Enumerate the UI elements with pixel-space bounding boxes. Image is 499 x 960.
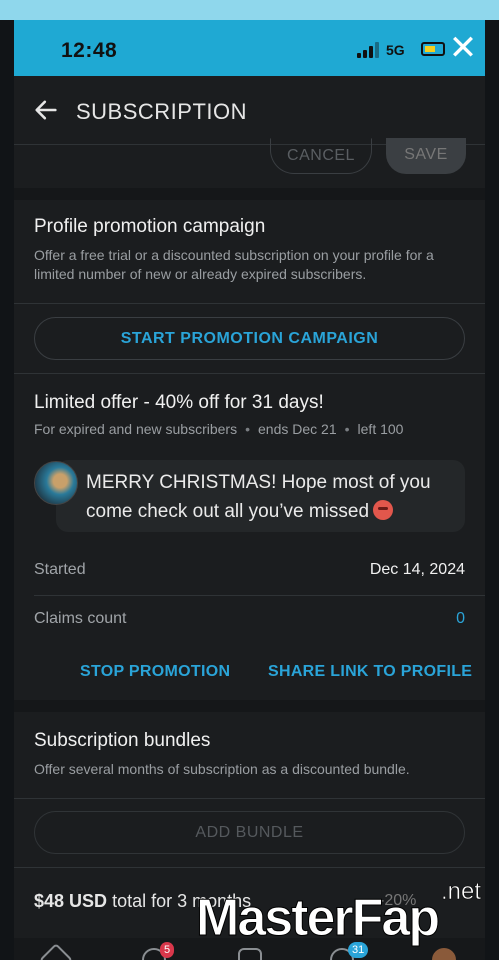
divider [34, 595, 485, 596]
bundle-price: $48 USD [34, 891, 108, 911]
bundles-description: Offer several months of subscription as … [34, 761, 410, 777]
add-post-icon[interactable] [238, 948, 262, 960]
divider [14, 373, 485, 374]
offer-meta: For expired and new subscribers • ends Dec… [34, 421, 404, 437]
watermark-suffix: .net [441, 878, 482, 906]
divider [14, 798, 485, 799]
add-bundle-button[interactable]: ADD BUNDLE [34, 811, 465, 854]
offer-audience: For expired and new subscribers [34, 421, 238, 437]
avatar[interactable] [34, 461, 78, 505]
back-arrow-icon[interactable] [32, 96, 60, 124]
save-button[interactable]: SAVE [386, 138, 466, 174]
offer-left: left 100 [357, 421, 404, 437]
bundles-title: Subscription bundles [34, 730, 211, 751]
hot-face-emoji-icon [373, 500, 394, 520]
cancel-button[interactable]: CANCEL [270, 138, 372, 174]
app-frame: 12:48 5G ✕ SUBSCRIPTION CANCEL SAVE Prof… [14, 20, 485, 960]
signal-icon [357, 42, 379, 58]
claims-label: Claims count [34, 610, 127, 627]
outer-right-strip [485, 20, 499, 960]
status-time: 12:48 [61, 39, 118, 62]
page-title: SUBSCRIPTION [76, 99, 248, 124]
outer-top-strip [0, 0, 499, 20]
stop-promotion-button[interactable]: STOP PROMOTION [80, 663, 230, 681]
offer-title: Limited offer - 40% off for 31 days! [34, 392, 324, 413]
started-label: Started [34, 561, 86, 578]
claims-value[interactable]: 0 [456, 610, 465, 628]
start-promotion-button[interactable]: START PROMOTION CAMPAIGN [34, 317, 465, 360]
status-bar: 12:48 5G ✕ [14, 20, 485, 76]
divider [14, 867, 485, 868]
promotion-description: Offer a free trial or a discounted subsc… [34, 247, 434, 282]
offer-ends: ends Dec 21 [258, 421, 337, 437]
offer-message: MERRY CHRISTMAS! Hope most of you come c… [86, 468, 456, 526]
section-gap [14, 700, 485, 712]
share-link-button[interactable]: SHARE LINK TO PROFILE [268, 663, 472, 681]
promotion-title: Profile promotion campaign [34, 216, 266, 237]
close-icon[interactable]: ✕ [448, 31, 478, 65]
notifications-badge: 5 [160, 942, 175, 958]
outer-left-strip [0, 20, 14, 960]
app-bar: SUBSCRIPTION [14, 76, 485, 144]
watermark-logo: MasterFap [195, 889, 440, 948]
network-label: 5G [386, 42, 405, 58]
section-gap [14, 188, 485, 200]
battery-icon [421, 42, 445, 56]
divider [14, 303, 485, 304]
started-value: Dec 14, 2024 [369, 561, 465, 578]
